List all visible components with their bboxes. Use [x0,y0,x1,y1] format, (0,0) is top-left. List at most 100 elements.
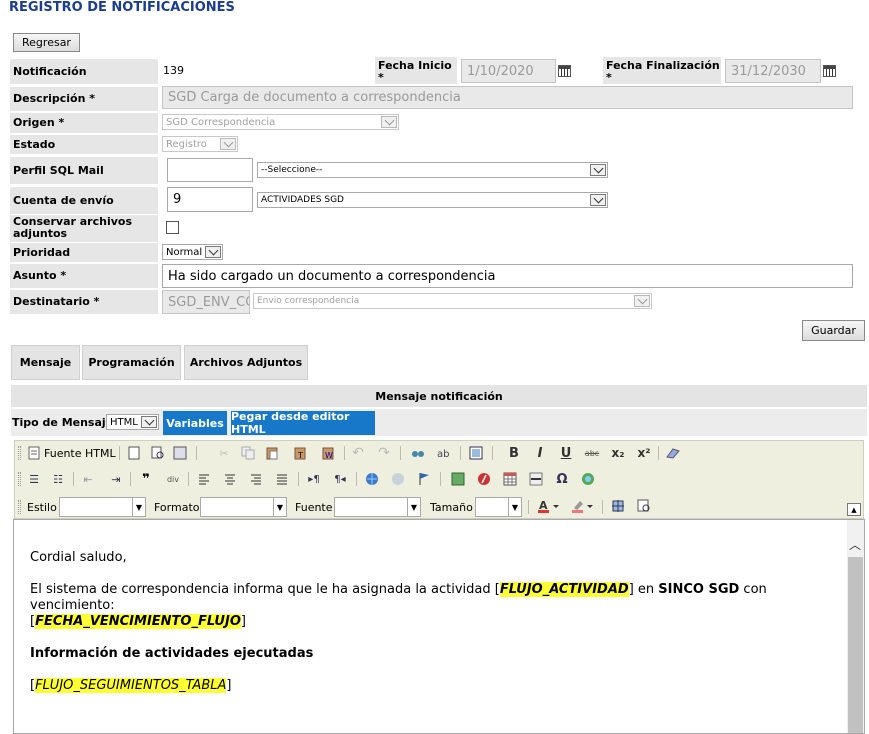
editor-content[interactable]: Cordial saludo, El sistema de correspond… [30,550,830,694]
prioridad-select[interactable]: Normal [162,244,223,260]
paste-html-button[interactable]: Pegar desde editor HTML [231,410,375,436]
perfil-sql-select-value: --Seleccione-- [261,165,323,175]
ltr-icon[interactable]: ▸¶ [306,470,322,488]
conservar-checkbox[interactable] [166,221,179,234]
destinatario-label: Destinatario * [10,290,158,314]
paste-icon[interactable] [264,444,280,462]
format-combo[interactable]: ▼ [200,497,287,517]
source-html-label[interactable]: Fuente HTML [44,444,116,462]
perfil-sql-select[interactable]: --Seleccione-- [257,162,608,178]
estado-label: Estado [10,135,158,154]
notificacion-value: 139 [163,64,184,77]
maximize-icon[interactable] [610,497,626,515]
scroll-thumb[interactable] [848,557,863,733]
toolbar-separator [400,446,401,460]
asunto-input[interactable]: Ha sido cargado un documento a correspon… [162,264,853,288]
templates-icon[interactable] [172,444,188,462]
anchor-icon[interactable] [416,470,432,488]
calendar-icon[interactable] [823,65,836,77]
html-editor[interactable]: Cordial saludo, El sistema de correspond… [13,519,865,734]
horizontal-rule-icon[interactable] [528,470,544,488]
bold-icon[interactable]: B [506,444,522,462]
blockquote-icon[interactable]: ❞ [138,470,154,488]
special-char-icon[interactable]: Ω [554,470,570,488]
style-label: Estilo [27,500,57,514]
undo-icon[interactable]: ↶ [350,444,366,462]
table-icon[interactable] [502,470,518,488]
origen-select[interactable]: SGD Correspondencia [162,114,399,130]
cuenta-envio-select[interactable]: ACTIVIDADES SGD [257,192,608,208]
bracket-close: ] [240,614,246,629]
align-left-icon[interactable] [196,470,212,488]
paste-text-icon[interactable]: T [292,444,308,462]
strikethrough-icon[interactable]: abc [584,444,600,462]
unlink-icon[interactable] [390,470,406,488]
link-icon[interactable] [364,470,380,488]
copy-icon[interactable] [240,444,256,462]
font-combo[interactable]: ▼ [334,497,421,517]
tab-programacion[interactable]: Programación [82,345,181,380]
align-justify-icon[interactable] [274,470,290,488]
size-combo[interactable]: ▼ [475,497,522,517]
fecha-inicio-input[interactable]: 1/10/2020 [461,59,556,83]
align-center-icon[interactable] [222,470,238,488]
back-button[interactable]: Regresar [13,33,80,52]
indent-icon[interactable]: ⇥ [108,470,124,488]
find-icon[interactable] [410,444,426,462]
fecha-fin-label: Fecha Finalización * [603,57,721,84]
div-container-icon[interactable]: div [164,470,182,488]
perfil-sql-input[interactable] [167,158,253,182]
estado-select[interactable]: Registro [162,136,238,152]
align-right-icon[interactable] [248,470,264,488]
flash-icon[interactable] [476,470,492,488]
outdent-icon[interactable]: ⇤ [80,470,96,488]
collapse-toolbar-icon[interactable]: ▲ [847,503,861,516]
message-type-select[interactable]: HTML [106,414,159,430]
image-icon[interactable] [450,470,466,488]
replace-icon[interactable]: ab [436,444,452,462]
select-all-icon[interactable] [468,444,484,462]
font-label: Fuente [295,500,333,514]
italic-icon[interactable]: I [532,444,548,462]
superscript-icon[interactable]: x² [636,444,652,462]
descripcion-input[interactable]: SGD Carga de documento a correspondencia [162,86,853,109]
iframe-icon[interactable] [580,470,596,488]
source-icon[interactable] [26,444,42,462]
toolbar-separator [344,446,345,460]
variable-fecha-vencimiento: FECHA_VENCIMIENTO_FLUJO [35,614,241,629]
bulleted-list-icon[interactable]: ☷ [50,470,66,488]
subscript-icon[interactable]: x₂ [610,444,626,462]
prioridad-label: Prioridad [10,243,158,262]
remove-format-icon[interactable] [664,444,682,462]
numbered-list-icon[interactable]: ☰ [26,470,42,488]
tab-mensaje[interactable]: Mensaje [11,345,80,380]
save-button[interactable]: Guardar [802,320,865,341]
text-color-icon[interactable]: A [536,497,562,515]
rtl-icon[interactable]: ¶◂ [332,470,348,488]
chevron-down-icon: ▼ [508,498,521,516]
paste-word-icon[interactable]: W [320,444,336,462]
tab-archivos-adjuntos[interactable]: Archivos Adjuntos [184,345,308,380]
fecha-fin-input[interactable]: 31/12/2030 [725,59,821,83]
destinatario-select[interactable]: Envio correspondencia [253,293,652,309]
estado-select-value: Registro [166,138,207,150]
background-color-icon[interactable] [570,497,596,515]
redo-icon[interactable]: ↷ [376,444,392,462]
new-page-icon[interactable] [126,444,142,462]
toolbar-separator [356,472,357,486]
cut-icon[interactable]: ✂ [216,444,232,462]
show-blocks-icon[interactable] [636,497,652,515]
variables-button[interactable]: Variables [163,411,227,435]
origen-select-value: SGD Correspondencia [166,116,276,128]
prioridad-select-value: Normal [166,246,203,258]
editor-scrollbar[interactable]: ︿ [847,520,864,733]
underline-icon[interactable]: U [558,444,574,462]
style-combo[interactable]: ▼ [59,497,146,517]
calendar-icon[interactable] [558,65,571,77]
preview-icon[interactable] [150,444,166,462]
cuenta-envio-input[interactable]: 9 [167,187,253,212]
toolbar-grip [18,446,21,460]
scroll-up-icon[interactable]: ︿ [849,536,861,553]
destinatario-input[interactable]: SGD_ENV_CO [162,290,250,314]
toolbar-separator [658,446,659,460]
